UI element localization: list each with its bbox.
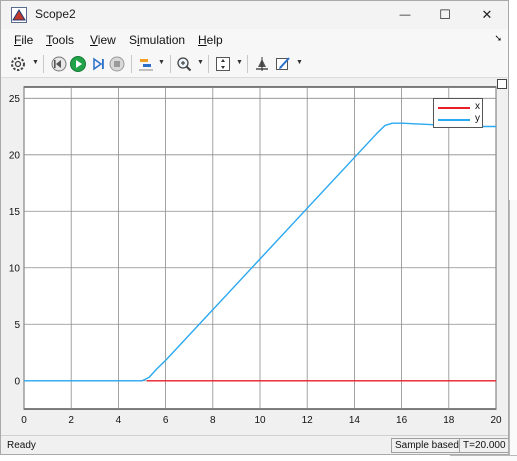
edit-style-icon[interactable] bbox=[274, 55, 292, 73]
window-title: Scope2 bbox=[35, 7, 76, 21]
background-window-edge bbox=[509, 200, 517, 461]
toolbar-separator bbox=[208, 55, 209, 73]
menu-view[interactable]: View bbox=[90, 33, 116, 47]
zoom-icon[interactable] bbox=[175, 55, 193, 73]
edit-style-dropdown-icon[interactable]: ▼ bbox=[296, 59, 303, 66]
fit-axes-dropdown-icon[interactable]: ▼ bbox=[236, 59, 243, 66]
x-tick-label: 8 bbox=[210, 415, 216, 426]
menu-simulation[interactable]: Simulation bbox=[129, 33, 185, 47]
scope-window: Scope2 — ☐ ✕ File Tools View Simulation … bbox=[0, 0, 509, 455]
menu-help[interactable]: Help bbox=[198, 33, 223, 47]
close-icon: ✕ bbox=[481, 7, 493, 22]
status-ready-text: Ready bbox=[7, 440, 36, 451]
legend-line-y bbox=[438, 119, 470, 121]
minimize-icon: — bbox=[399, 9, 411, 21]
close-button[interactable]: ✕ bbox=[467, 1, 507, 29]
maximize-button[interactable]: ☐ bbox=[425, 1, 465, 29]
gear-icon[interactable] bbox=[9, 55, 27, 73]
y-tick-label: 5 bbox=[14, 320, 20, 331]
x-tick-label: 2 bbox=[68, 415, 74, 426]
scope-plot[interactable]: 0 2 4 6 8 10 12 14 16 18 20 0 5 10 15 20 25 bbox=[1, 78, 508, 434]
x-tick-label: 14 bbox=[349, 415, 361, 426]
time-indicator: T=20.000 bbox=[459, 438, 508, 453]
minimize-button[interactable]: — bbox=[385, 1, 425, 29]
toolbar-separator bbox=[170, 55, 171, 73]
sample-mode-indicator: Sample based bbox=[391, 438, 463, 453]
x-tick-label: 20 bbox=[490, 415, 502, 426]
legend-entry-y: y bbox=[438, 113, 482, 126]
title-bar[interactable]: Scope2 — ☐ ✕ bbox=[1, 1, 508, 29]
run-icon[interactable] bbox=[69, 55, 87, 73]
y-tick-label: 0 bbox=[14, 376, 20, 387]
background-window-edge bbox=[450, 455, 517, 461]
settings-dropdown-icon[interactable]: ▼ bbox=[32, 59, 39, 66]
fit-axes-icon[interactable] bbox=[214, 55, 232, 73]
stop-icon[interactable] bbox=[108, 55, 126, 73]
x-tick-label: 16 bbox=[396, 415, 408, 426]
x-tick-label: 18 bbox=[443, 415, 455, 426]
x-tick-label: 4 bbox=[116, 415, 122, 426]
simulink-app-icon bbox=[11, 7, 27, 23]
zoom-dropdown-icon[interactable]: ▼ bbox=[197, 59, 204, 66]
legend-label-x: x bbox=[475, 101, 480, 112]
status-bar: Ready Sample based T=20.000 bbox=[1, 435, 508, 454]
axes-restore-icon[interactable] bbox=[497, 79, 507, 89]
step-back-icon[interactable] bbox=[50, 55, 68, 73]
highlight-icon[interactable] bbox=[137, 55, 155, 73]
x-tick-label: 12 bbox=[302, 415, 314, 426]
menu-tools[interactable]: Tools bbox=[46, 33, 74, 47]
menu-overflow-icon[interactable]: ➘ bbox=[494, 33, 502, 44]
y-tick-label: 20 bbox=[9, 150, 21, 161]
y-tick-label: 10 bbox=[9, 263, 21, 274]
toolbar-separator bbox=[43, 55, 44, 73]
plot-area: 0 2 4 6 8 10 12 14 16 18 20 0 5 10 15 20 25 bbox=[1, 78, 508, 434]
x-tick-label: 10 bbox=[254, 415, 266, 426]
y-tick-label: 25 bbox=[9, 94, 21, 105]
y-tick-label: 15 bbox=[9, 207, 21, 218]
legend[interactable]: x y bbox=[433, 98, 483, 128]
legend-line-x bbox=[438, 107, 470, 109]
cursor-icon[interactable] bbox=[253, 55, 271, 73]
highlight-dropdown-icon[interactable]: ▼ bbox=[158, 59, 165, 66]
x-tick-label: 0 bbox=[21, 415, 27, 426]
maximize-icon: ☐ bbox=[439, 7, 451, 22]
menu-file[interactable]: File bbox=[14, 33, 33, 47]
toolbar-separator bbox=[247, 55, 248, 73]
menu-bar: File Tools View Simulation Help ➘ bbox=[1, 29, 508, 51]
x-tick-label: 6 bbox=[163, 415, 169, 426]
step-forward-icon[interactable] bbox=[89, 55, 107, 73]
toolbar: ▼ ▼ ▼ ▼ ▼ bbox=[1, 51, 508, 78]
legend-label-y: y bbox=[475, 113, 480, 124]
toolbar-separator bbox=[131, 55, 132, 73]
